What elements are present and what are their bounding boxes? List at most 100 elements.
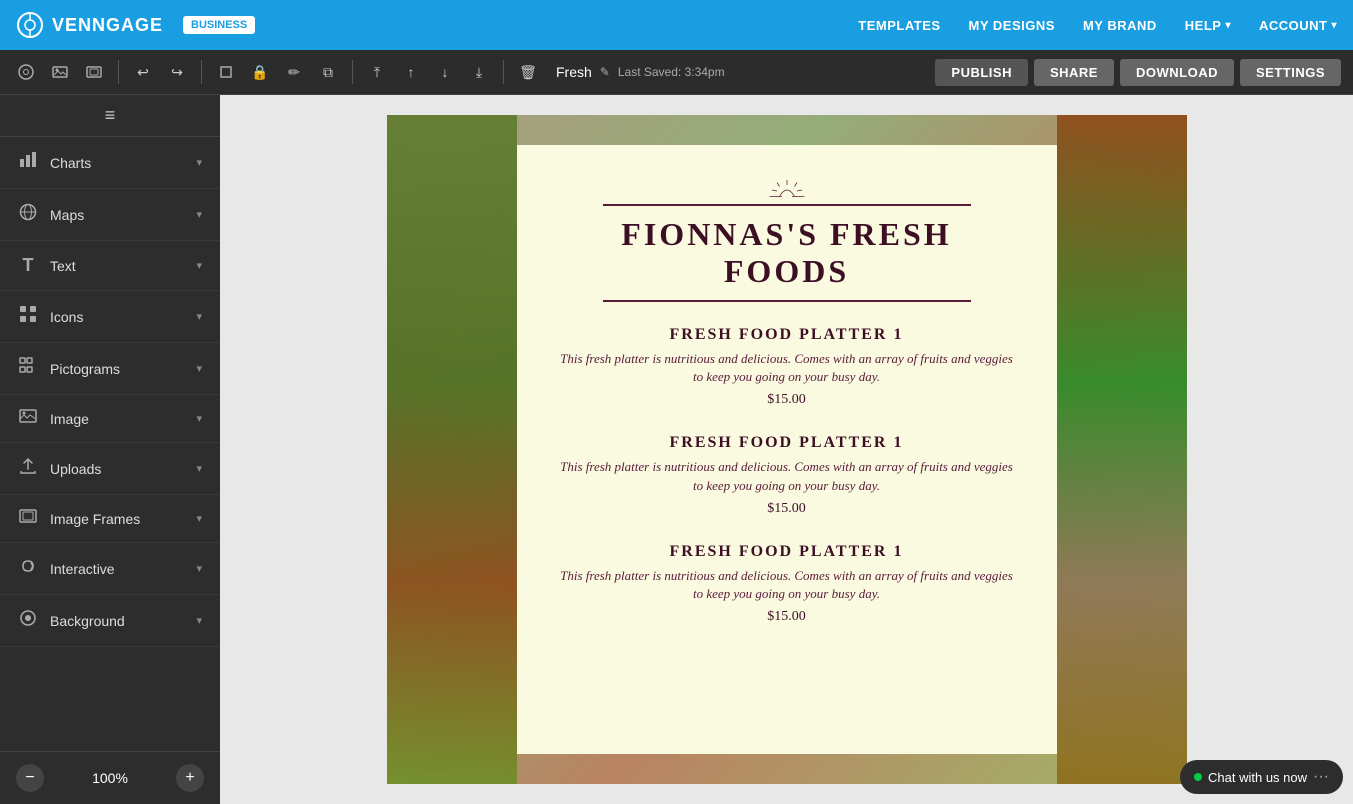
doc-edit-icon[interactable]: ✎	[600, 65, 610, 79]
zoom-in-button[interactable]: +	[176, 764, 204, 792]
image-chevron: ▾	[196, 412, 202, 425]
toolbar-image-btn[interactable]	[46, 58, 74, 86]
sidebar-background-label: Background	[50, 613, 184, 629]
menu-title: FIONNAS'S FRESH FOODS	[557, 216, 1017, 290]
menu-item-1-desc: This fresh platter is nutritious and del…	[557, 350, 1017, 386]
food-right-decoration	[1057, 115, 1187, 784]
nav-templates[interactable]: TEMPLATES	[858, 18, 940, 33]
toolbar-lock-btn[interactable]: 🔒	[246, 58, 274, 86]
sidebar-uploads-label: Uploads	[50, 461, 184, 477]
settings-button[interactable]: SETTINGS	[1240, 59, 1341, 86]
icons-icon	[18, 305, 38, 328]
canvas-area[interactable]: FIONNAS'S FRESH FOODS FRESH FOOD PLATTER…	[220, 95, 1353, 804]
toolbar-copy-btn[interactable]: ⧉	[314, 58, 342, 86]
doc-name-area: Fresh ✎ Last Saved: 3:34pm	[556, 64, 725, 80]
interactive-icon	[18, 557, 38, 580]
publish-button[interactable]: PUBLISH	[935, 59, 1028, 86]
nav-account[interactable]: ACCOUNT ▾	[1259, 18, 1337, 33]
menu-item-2-price: $15.00	[557, 501, 1017, 517]
text-chevron: ▾	[196, 259, 202, 272]
menu-item-3-desc: This fresh platter is nutritious and del…	[557, 567, 1017, 603]
venngage-logo-icon	[16, 11, 44, 39]
help-caret: ▾	[1225, 20, 1231, 31]
toolbar-bring-up-btn[interactable]: ↑	[397, 58, 425, 86]
toolbar-sep-2	[201, 60, 202, 84]
toolbar-venngage-btn[interactable]	[12, 58, 40, 86]
sidebar-item-text[interactable]: T Text ▾	[0, 241, 220, 291]
toolbar-sep-1	[118, 60, 119, 84]
sidebar-interactive-label: Interactive	[50, 561, 184, 577]
menu-bottom-line	[603, 300, 971, 302]
toolbar-sep-4	[503, 60, 504, 84]
sidebar-item-uploads[interactable]: Uploads ▾	[0, 443, 220, 495]
toolbar-bring-front-btn[interactable]: ⤒	[363, 58, 391, 86]
icons-chevron: ▾	[196, 310, 202, 323]
business-badge: BUSINESS	[183, 16, 255, 34]
chat-bubble[interactable]: Chat with us now ···	[1180, 760, 1343, 794]
toolbar-undo-btn[interactable]: ↩	[129, 58, 157, 86]
chat-label: Chat with us now	[1208, 770, 1307, 785]
sidebar-charts-label: Charts	[50, 155, 184, 171]
toolbar-right-buttons: PUBLISH SHARE DOWNLOAD SETTINGS	[935, 59, 1341, 86]
sidebar-item-charts[interactable]: Charts ▾	[0, 137, 220, 189]
sidebar-item-image-frames[interactable]: Image Frames ▾	[0, 495, 220, 543]
menu-item-1-price: $15.00	[557, 392, 1017, 408]
image-icon	[18, 409, 38, 428]
chat-online-indicator	[1194, 773, 1202, 781]
toolbar-photo-btn[interactable]	[80, 58, 108, 86]
maps-chevron: ▾	[196, 208, 202, 221]
menu-card[interactable]: FIONNAS'S FRESH FOODS FRESH FOOD PLATTER…	[517, 145, 1057, 754]
hamburger-button[interactable]: ≡	[105, 105, 116, 126]
menu-item-3-price: $15.00	[557, 609, 1017, 625]
account-caret: ▾	[1331, 20, 1337, 31]
sidebar-item-pictograms[interactable]: Pictograms ▾	[0, 343, 220, 395]
sun-decoration-icon	[767, 175, 807, 200]
menu-item-2[interactable]: FRESH FOOD PLATTER 1 This fresh platter …	[557, 434, 1017, 516]
nav-help[interactable]: HELP ▾	[1185, 18, 1231, 33]
food-left-decoration	[387, 115, 517, 784]
charts-chevron: ▾	[196, 156, 202, 169]
sidebar-item-background[interactable]: Background ▾	[0, 595, 220, 647]
download-button[interactable]: DOWNLOAD	[1120, 59, 1234, 86]
zoom-out-button[interactable]: −	[16, 764, 44, 792]
nav-links: TEMPLATES MY DESIGNS MY BRAND HELP ▾ ACC…	[858, 18, 1337, 33]
image-frames-icon	[18, 509, 38, 528]
zoom-level: 100%	[92, 770, 128, 786]
toolbar-edit-btn[interactable]: ✏	[280, 58, 308, 86]
sidebar-maps-label: Maps	[50, 207, 184, 223]
logo-area: VENNGAGE	[16, 11, 163, 39]
menu-item-3[interactable]: FRESH FOOD PLATTER 1 This fresh platter …	[557, 543, 1017, 625]
maps-icon	[18, 203, 38, 226]
share-button[interactable]: SHARE	[1034, 59, 1114, 86]
interactive-chevron: ▾	[196, 562, 202, 575]
menu-top-line	[603, 204, 971, 206]
sidebar-item-icons[interactable]: Icons ▾	[0, 291, 220, 343]
toolbar: ↩ ↪ 🔒 ✏ ⧉ ⤒ ↑ ↓ ⤓ 🗑 Fresh ✎ Last Saved: …	[0, 50, 1353, 95]
text-icon: T	[18, 255, 38, 276]
chat-more-icon: ···	[1313, 768, 1329, 786]
menu-item-3-name: FRESH FOOD PLATTER 1	[557, 543, 1017, 561]
top-nav: VENNGAGE BUSINESS TEMPLATES MY DESIGNS M…	[0, 0, 1353, 50]
uploads-icon	[18, 457, 38, 480]
toolbar-redo-btn[interactable]: ↪	[163, 58, 191, 86]
nav-my-brand[interactable]: MY BRAND	[1083, 18, 1157, 33]
background-chevron: ▾	[196, 614, 202, 627]
sidebar-bottom: − 100% +	[0, 751, 220, 804]
menu-item-1[interactable]: FRESH FOOD PLATTER 1 This fresh platter …	[557, 326, 1017, 408]
sidebar-item-image[interactable]: Image ▾	[0, 395, 220, 443]
toolbar-send-back-btn[interactable]: ↓	[431, 58, 459, 86]
menu-items-container: FRESH FOOD PLATTER 1 This fresh platter …	[557, 326, 1017, 625]
main-layout: ≡ Charts ▾ Maps ▾	[0, 95, 1353, 804]
toolbar-delete-btn[interactable]: 🗑	[514, 58, 542, 86]
menu-item-1-name: FRESH FOOD PLATTER 1	[557, 326, 1017, 344]
sidebar-item-interactive[interactable]: Interactive ▾	[0, 543, 220, 595]
last-saved: Last Saved: 3:34pm	[618, 65, 725, 79]
toolbar-send-behind-btn[interactable]: ⤓	[465, 58, 493, 86]
sidebar-item-maps[interactable]: Maps ▾	[0, 189, 220, 241]
sidebar-image-frames-label: Image Frames	[50, 511, 184, 527]
nav-my-designs[interactable]: MY DESIGNS	[969, 18, 1055, 33]
toolbar-sep-3	[352, 60, 353, 84]
menu-item-2-name: FRESH FOOD PLATTER 1	[557, 434, 1017, 452]
toolbar-crop-btn[interactable]	[212, 58, 240, 86]
background-icon	[18, 609, 38, 632]
